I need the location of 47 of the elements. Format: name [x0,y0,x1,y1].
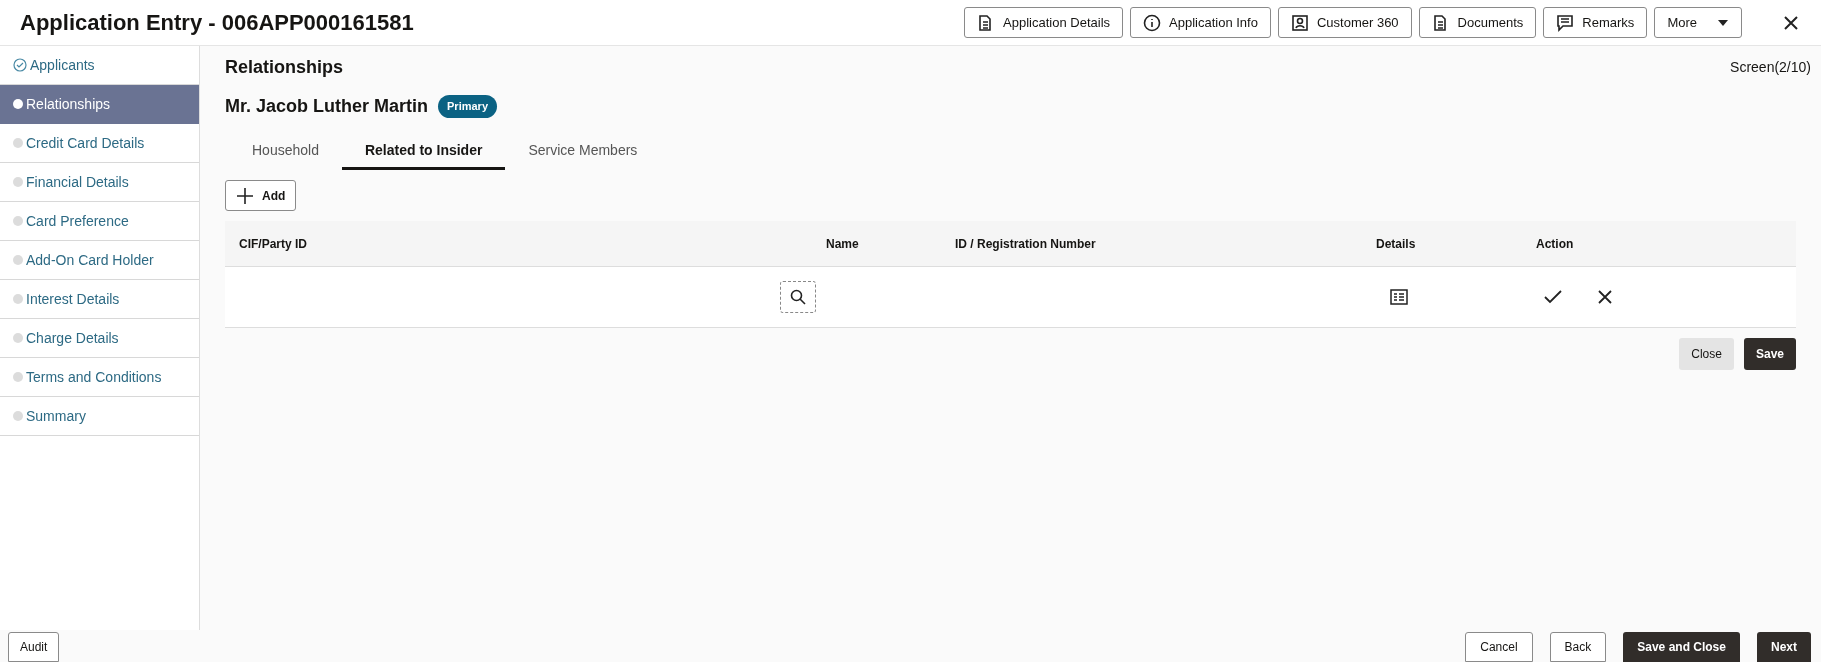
sidebar-item[interactable]: Terms and Conditions [0,358,199,397]
column-header: Name [826,235,860,253]
section-title: Relationships [225,56,344,79]
column-header: Details [1376,235,1417,253]
header-button[interactable]: Remarks [1543,7,1648,38]
sidebar-item[interactable]: Add-On Card Holder [0,241,199,280]
tab[interactable]: Related to Insider [341,134,506,170]
sidebar-item[interactable]: Relationships [0,85,199,124]
plus-icon [236,186,254,205]
column-header: CIF/Party ID [239,235,308,253]
column-header: ID / Registration Number [955,235,1097,253]
header-button[interactable]: More [1654,7,1742,38]
primary-badge: Primary [438,95,497,118]
person-icon [1290,13,1309,32]
close-button[interactable]: Close [1679,338,1734,370]
page-title: Application Entry - 006APP000161581 [20,9,414,37]
check-icon[interactable] [1544,290,1562,304]
close-icon[interactable] [1598,290,1612,304]
column-header: Action [1536,235,1575,253]
comment-icon [1556,13,1575,32]
sidebar-item[interactable]: Card Preference [0,202,199,241]
header-button[interactable]: Documents [1418,7,1537,38]
caret-icon [1717,18,1729,27]
sidebar-item[interactable]: Interest Details [0,280,199,319]
search-icon [790,289,806,305]
sidebar-item[interactable]: Summary [0,397,199,436]
sidebar-item[interactable]: Credit Card Details [0,124,199,163]
header-button[interactable]: Application Details [964,7,1124,38]
footer-button[interactable]: Cancel [1465,632,1533,662]
header-button[interactable]: Application Info [1130,7,1271,38]
search-button[interactable] [780,281,816,313]
footer-button[interactable]: Next [1757,632,1811,662]
audit-button[interactable]: Audit [8,632,60,662]
list-icon[interactable] [1390,288,1408,306]
check-circle-icon [13,58,27,72]
info-icon [1143,13,1162,32]
applicant-name: Mr. Jacob Luther Martin [225,95,429,118]
save-button[interactable]: Save [1743,338,1796,370]
header-button[interactable]: Customer 360 [1277,7,1412,38]
footer-button[interactable]: Save and Close [1623,632,1740,662]
sidebar-item[interactable]: Charge Details [0,319,199,358]
add-button[interactable]: Add [225,180,297,211]
tab[interactable]: Household [229,134,342,170]
tab[interactable]: Service Members [505,134,661,170]
screen-counter: Screen(2/10) [1730,58,1811,77]
sidebar-item[interactable]: Financial Details [0,163,199,202]
footer-button[interactable]: Back [1549,632,1607,662]
